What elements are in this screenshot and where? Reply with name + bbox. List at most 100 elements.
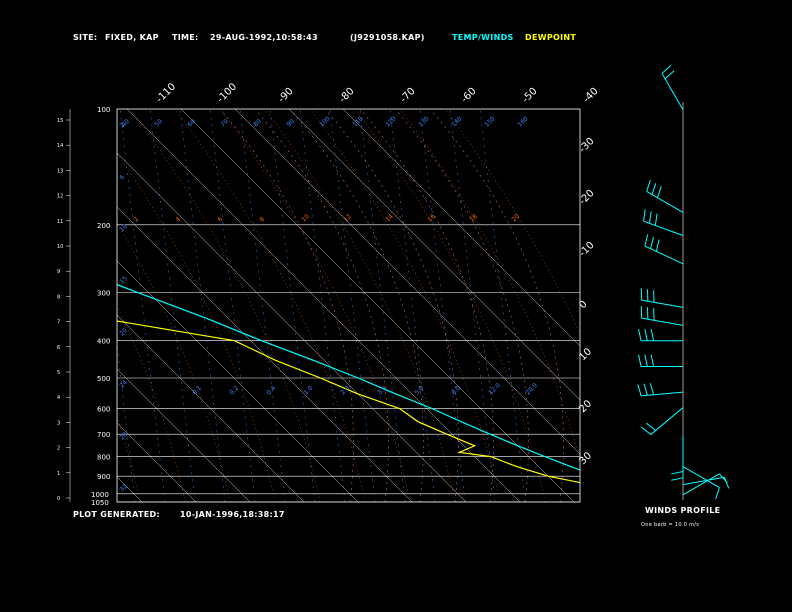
height-tick-label: 8 bbox=[57, 294, 60, 300]
dry-adiabat-curve bbox=[354, 109, 546, 502]
top-temp-label: -110 bbox=[154, 81, 178, 105]
wind-barb-flag bbox=[644, 354, 648, 367]
pressure-tick-label: 500 bbox=[97, 375, 110, 383]
mixing-ratio-line bbox=[117, 342, 136, 502]
mixing-top-label: 50 bbox=[153, 118, 163, 128]
wind-barb-shaft bbox=[644, 245, 684, 265]
wind-barb-flag bbox=[651, 183, 657, 195]
wind-barb-flag bbox=[723, 477, 730, 489]
wind-barb-flag bbox=[646, 179, 651, 192]
wind-barb-flag bbox=[650, 328, 655, 341]
plot-area bbox=[0, 39, 580, 502]
height-tick-label: 15 bbox=[57, 118, 63, 124]
right-temp-label: 0 bbox=[577, 299, 589, 311]
isotherm-line bbox=[117, 206, 413, 502]
isotherm-line bbox=[117, 314, 305, 502]
dry-adiabat-label: 8 bbox=[258, 216, 266, 224]
moist-adiabat-curve bbox=[324, 109, 459, 502]
mixing-ratio-label: 20.0 bbox=[524, 382, 539, 397]
height-tick-label: 4 bbox=[57, 395, 60, 401]
height-tick-label: 3 bbox=[57, 420, 60, 426]
theta-label: 6 bbox=[118, 174, 126, 182]
mixing-ratio-line bbox=[239, 109, 286, 502]
wind-barb-flag bbox=[671, 477, 684, 481]
mixing-ratio-label: 0.2 bbox=[228, 385, 240, 397]
wind-barb-flag bbox=[715, 487, 720, 500]
height-tick-label: 2 bbox=[57, 446, 60, 452]
height-tick-label: 6 bbox=[57, 345, 60, 351]
pressure-tick-label: 700 bbox=[97, 431, 110, 439]
mixing-ratio-label: 0.4 bbox=[265, 385, 277, 397]
mixing-ratio-label: 0.1 bbox=[191, 385, 203, 397]
mixing-top-label: 130 bbox=[417, 115, 430, 128]
height-tick-label: 5 bbox=[57, 370, 60, 376]
theta-label: 10 bbox=[118, 223, 128, 233]
mixing-top-label: 120 bbox=[384, 115, 397, 128]
mixing-top-label: 160 bbox=[516, 115, 529, 128]
wind-barb-flag bbox=[671, 471, 684, 475]
height-tick-label: 13 bbox=[57, 168, 63, 174]
height-tick-label: 1 bbox=[57, 471, 60, 477]
mixing-ratio-label: 12.0 bbox=[487, 382, 502, 397]
theta-label: 15 bbox=[118, 275, 128, 285]
mixing-top-label: 140 bbox=[450, 115, 463, 128]
isotherm-line bbox=[117, 260, 359, 502]
moist-adiabat-curve bbox=[289, 109, 424, 502]
skew-t-chart: 1002003004005006007008009001000105001234… bbox=[0, 39, 730, 507]
wind-barb-flag bbox=[644, 234, 649, 247]
wind-barb-flag bbox=[649, 383, 655, 395]
pressure-tick-label: 1000 bbox=[91, 491, 109, 499]
mixing-ratio-line bbox=[209, 109, 256, 502]
dry-adiabat-label: 2 bbox=[132, 216, 140, 224]
wind-barb-flag bbox=[643, 383, 648, 396]
height-tick-label: 10 bbox=[57, 244, 63, 250]
temperature-curve bbox=[117, 283, 580, 471]
top-temp-label: -90 bbox=[276, 86, 295, 105]
mixing-ratio-line bbox=[269, 109, 316, 502]
mixing-top-label: 90 bbox=[285, 118, 295, 128]
pressure-tick-label: 900 bbox=[97, 473, 110, 481]
height-tick-label: 9 bbox=[57, 269, 60, 275]
mixing-ratio-line bbox=[299, 109, 346, 502]
wind-barb-flag bbox=[655, 239, 660, 252]
mixing-top-label: 60 bbox=[186, 118, 196, 128]
wind-barb-shaft bbox=[643, 220, 684, 236]
mixing-top-label: 70 bbox=[219, 118, 229, 128]
mixing-ratio-line bbox=[359, 109, 406, 502]
wind-barb-flag bbox=[650, 354, 655, 367]
dry-adiabat-label: 10 bbox=[300, 213, 310, 223]
mixing-top-label: 150 bbox=[483, 115, 496, 128]
mixing-ratio-label: 1.0 bbox=[302, 385, 314, 397]
pressure-tick-label: 400 bbox=[97, 338, 110, 346]
height-tick-label: 0 bbox=[57, 496, 60, 502]
moist-adiabat-curve bbox=[429, 109, 564, 502]
theta-label: 24 bbox=[118, 379, 128, 389]
dry-adiabat-label: 12 bbox=[342, 213, 352, 223]
wind-barb-flag bbox=[654, 213, 658, 226]
mixing-ratio-line bbox=[389, 109, 436, 502]
pressure-tick-label: 600 bbox=[97, 405, 110, 413]
height-tick-label: 14 bbox=[57, 143, 63, 149]
dry-adiabat-curve bbox=[117, 305, 186, 502]
isotherm-line bbox=[117, 476, 143, 502]
wind-barb-flag bbox=[643, 209, 646, 222]
theta-label: 20 bbox=[118, 327, 128, 337]
dry-adiabat-label: 16 bbox=[426, 213, 436, 223]
dewpoint-curve bbox=[117, 320, 580, 484]
moist-adiabat-curve bbox=[254, 109, 389, 502]
dry-adiabat-curve bbox=[129, 109, 321, 502]
mixing-ratio-line bbox=[479, 109, 526, 502]
top-temp-label: -40 bbox=[581, 86, 600, 105]
dry-adiabat-curve bbox=[309, 109, 501, 502]
isotherm-line bbox=[0, 39, 88, 502]
height-tick-label: 12 bbox=[57, 194, 63, 200]
mixing-ratio-label: 8.0 bbox=[450, 385, 462, 397]
wind-barb-flag bbox=[650, 236, 654, 249]
mixing-ratio-label: 5.0 bbox=[413, 385, 425, 397]
dry-adiabat-curve bbox=[399, 109, 580, 462]
top-temp-label: -70 bbox=[398, 86, 417, 105]
wind-barb-flag bbox=[637, 384, 642, 396]
wind-barb-flag bbox=[664, 70, 675, 80]
mixing-ratio-line bbox=[329, 109, 376, 502]
mixing-top-label: 80 bbox=[252, 118, 262, 128]
